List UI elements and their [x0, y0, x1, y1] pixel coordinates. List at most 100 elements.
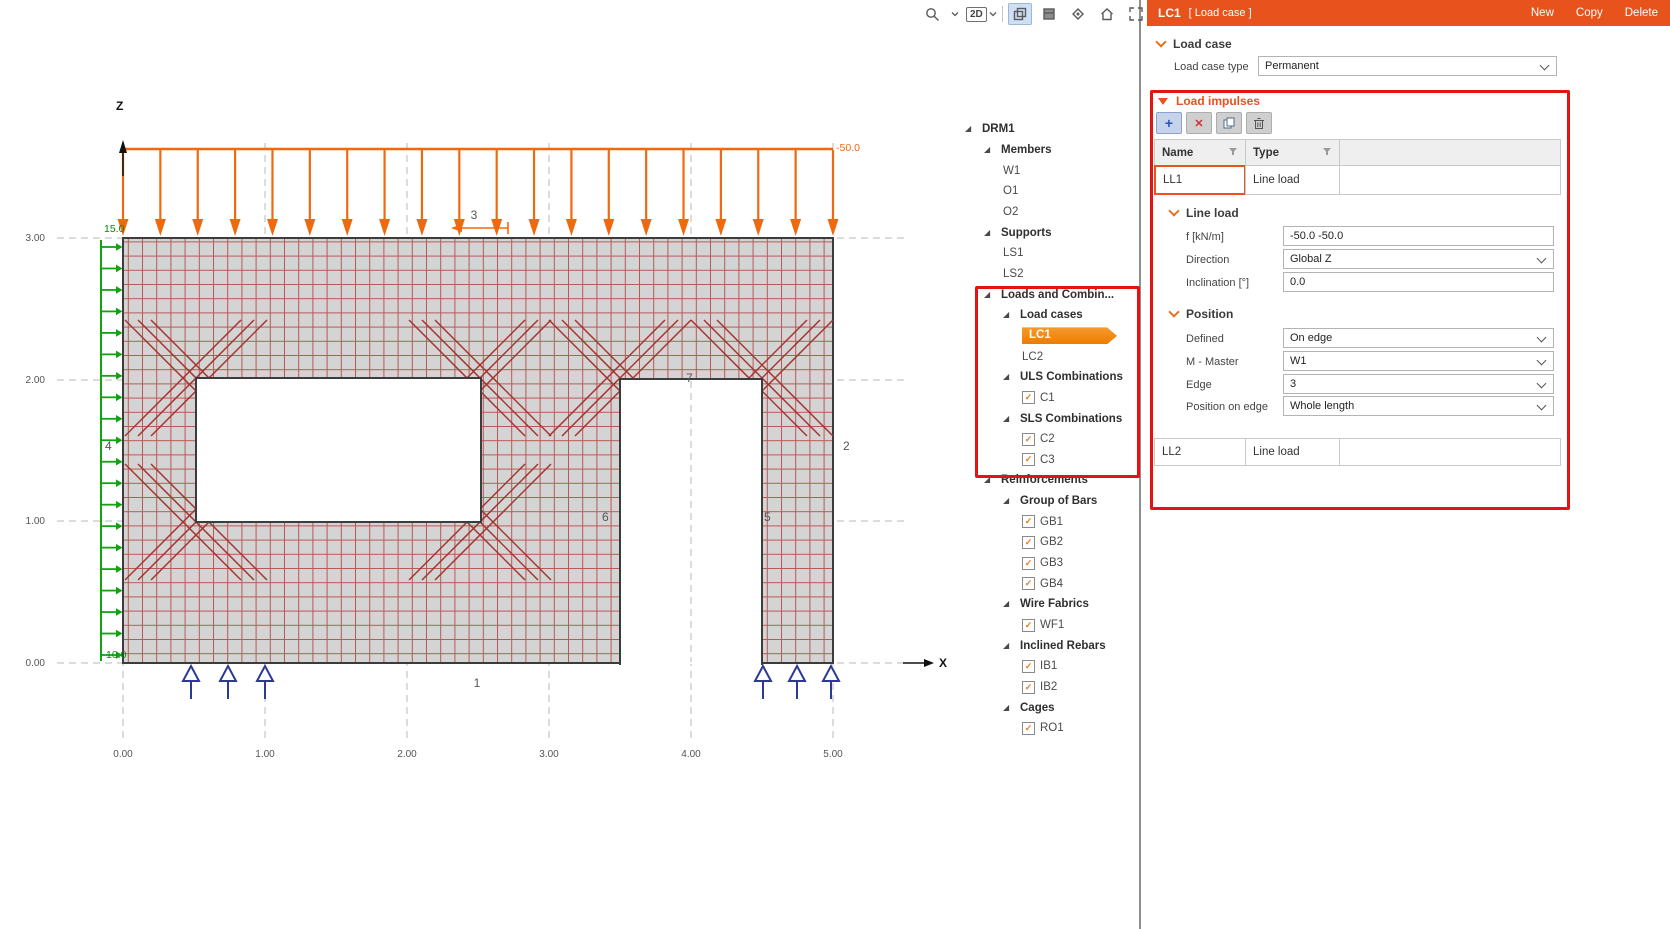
model-viewport[interactable]: -50.0 15.0 10.0 Z X — [0, 0, 1140, 929]
tree-item-ls2[interactable]: LS2 — [957, 264, 1139, 285]
tree-item-load-cases[interactable]: ◢Load cases — [957, 305, 1139, 326]
expander-icon[interactable]: ◢ — [1003, 415, 1020, 423]
tree-item-ib2[interactable]: ✓ IB2 — [957, 677, 1139, 698]
checkbox-icon[interactable]: ✓ — [1022, 515, 1035, 528]
section-load-impulses[interactable]: Load impulses — [1158, 94, 1260, 108]
expander-icon[interactable]: ◢ — [1003, 704, 1020, 712]
tree-item-gb1[interactable]: ✓GB1 — [957, 511, 1139, 532]
expander-icon[interactable]: ◢ — [984, 291, 1001, 299]
copy-button[interactable]: Copy — [1576, 7, 1603, 19]
table-header-type[interactable]: Type — [1245, 139, 1340, 166]
delete-button[interactable]: Delete — [1625, 7, 1658, 19]
new-button[interactable]: New — [1531, 7, 1554, 19]
tree-item-ls1[interactable]: LS1 — [957, 243, 1139, 264]
render-mode-button[interactable] — [1066, 3, 1090, 25]
checkbox-icon[interactable]: ✓ — [1022, 619, 1035, 632]
expander-icon[interactable]: ◢ — [1003, 311, 1020, 319]
zoom-dropdown-chevron-icon[interactable] — [949, 3, 961, 25]
checkbox-icon[interactable]: ✓ — [1022, 433, 1035, 446]
tree-item-o2[interactable]: O2 — [957, 202, 1139, 223]
tree-item-ro1[interactable]: ✓RO1 — [957, 718, 1139, 739]
tree-item-label: IB2 — [1040, 681, 1057, 693]
checkbox-icon[interactable]: ✓ — [1022, 577, 1035, 590]
edge-select[interactable]: 3 — [1283, 374, 1554, 394]
tree-item-wf1[interactable]: ✓WF1 — [957, 615, 1139, 636]
tree-item-c2[interactable]: ✓C2 — [957, 429, 1139, 450]
tree-item-label: O2 — [1003, 206, 1018, 218]
section-position[interactable]: Position — [1170, 307, 1233, 321]
tree-item-wire-fabrics[interactable]: ◢Wire Fabrics — [957, 594, 1139, 615]
tree-item-group-of-bars[interactable]: ◢Group of Bars — [957, 491, 1139, 512]
zoom-search-button[interactable] — [920, 3, 944, 25]
copy-impulse-button[interactable] — [1216, 112, 1242, 134]
checkbox-icon[interactable]: ✓ — [1022, 722, 1035, 735]
tree-item-ib1[interactable]: ✓IB1 — [957, 656, 1139, 677]
section-load-case[interactable]: Load case — [1157, 37, 1232, 51]
tree-item-gb2[interactable]: ✓GB2 — [957, 532, 1139, 553]
tree-item-lc1[interactable]: LC1 — [957, 326, 1139, 347]
impulse-row-ll2-type[interactable]: Line load — [1245, 438, 1340, 466]
tree-item-gb3[interactable]: ✓GB3 — [957, 553, 1139, 574]
impulse-row-ll2-spacer — [1339, 438, 1561, 466]
expander-icon[interactable]: ◢ — [1003, 642, 1020, 650]
tree-item-drm1[interactable]: ◢DRM1 — [957, 119, 1139, 140]
direction-select[interactable]: Global Z — [1283, 249, 1554, 269]
tree-item-supports[interactable]: ◢Supports — [957, 222, 1139, 243]
checkbox-icon[interactable]: ✓ — [1022, 681, 1035, 694]
impulse-row-ll1-name[interactable]: LL1 — [1154, 165, 1246, 195]
expander-icon[interactable]: ◢ — [984, 146, 1001, 154]
tree-item-c1[interactable]: ✓C1 — [957, 388, 1139, 409]
tree-item-inclined-rebars[interactable]: ◢Inclined Rebars — [957, 635, 1139, 656]
table-header-name[interactable]: Name — [1154, 139, 1246, 166]
remove-impulse-button[interactable]: ✕ — [1186, 112, 1212, 134]
impulse-row-ll1-type[interactable]: Line load — [1245, 165, 1340, 195]
expander-icon[interactable]: ◢ — [984, 229, 1001, 237]
checkbox-icon[interactable]: ✓ — [1022, 536, 1035, 549]
tree-item-w1[interactable]: W1 — [957, 160, 1139, 181]
tree-item-reinforcements[interactable]: ◢Reinforcements — [957, 470, 1139, 491]
tree-item-members[interactable]: ◢Members — [957, 140, 1139, 161]
checkbox-icon[interactable]: ✓ — [1022, 453, 1035, 466]
axonometry-view-button[interactable] — [1008, 3, 1032, 25]
top-line-load[interactable] — [118, 149, 839, 236]
expander-icon[interactable]: ◢ — [1003, 497, 1020, 505]
tree-item-c3[interactable]: ✓C3 — [957, 450, 1139, 471]
checkbox-icon[interactable]: ✓ — [1022, 391, 1035, 404]
supports[interactable] — [183, 666, 839, 699]
solid-view-button[interactable] — [1037, 3, 1061, 25]
load-case-type-select[interactable]: Permanent — [1258, 56, 1557, 76]
master-select[interactable]: W1 — [1283, 351, 1554, 371]
filter-icon[interactable] — [1228, 147, 1238, 159]
opening-2-door[interactable] — [620, 378, 762, 665]
expander-icon[interactable]: ◢ — [1003, 373, 1020, 381]
tree-item-gb4[interactable]: ✓GB4 — [957, 573, 1139, 594]
tree-item-loads-and-combin[interactable]: ◢Loads and Combin... — [957, 284, 1139, 305]
tree-item-o1[interactable]: O1 — [957, 181, 1139, 202]
add-impulse-button[interactable]: + — [1156, 112, 1182, 134]
position-on-edge-select[interactable]: Whole length — [1283, 396, 1554, 416]
checkbox-icon[interactable]: ✓ — [1022, 557, 1035, 570]
tree-item-sls-combinations[interactable]: ◢SLS Combinations — [957, 408, 1139, 429]
opening-1[interactable] — [196, 378, 481, 522]
view-mode-label: 2D — [966, 7, 987, 22]
section-line-load[interactable]: Line load — [1170, 206, 1239, 220]
fullscreen-icon[interactable] — [1124, 3, 1148, 25]
f-value-input[interactable]: -50.0 -50.0 — [1283, 226, 1554, 246]
checkbox-icon[interactable]: ✓ — [1022, 660, 1035, 673]
inclination-input[interactable]: 0.0 — [1283, 272, 1554, 292]
filter-icon[interactable] — [1322, 147, 1332, 159]
view-mode-select[interactable]: 2D — [966, 5, 997, 23]
top-load-value: -50.0 — [836, 142, 860, 154]
tree-item-uls-combinations[interactable]: ◢ULS Combinations — [957, 367, 1139, 388]
tree-item-lc2[interactable]: LC2 — [957, 346, 1139, 367]
expander-icon[interactable]: ◢ — [965, 125, 982, 133]
expander-icon[interactable]: ◢ — [1003, 600, 1020, 608]
expander-icon[interactable]: ◢ — [984, 476, 1001, 484]
home-view-button[interactable] — [1095, 3, 1119, 25]
delete-impulse-button[interactable] — [1246, 112, 1272, 134]
tree-item-cages[interactable]: ◢Cages — [957, 697, 1139, 718]
defined-select[interactable]: On edge — [1283, 328, 1554, 348]
toolbar-separator — [1002, 6, 1003, 22]
svg-text:0.00: 0.00 — [26, 658, 46, 669]
impulse-row-ll2-name[interactable]: LL2 — [1154, 438, 1246, 466]
